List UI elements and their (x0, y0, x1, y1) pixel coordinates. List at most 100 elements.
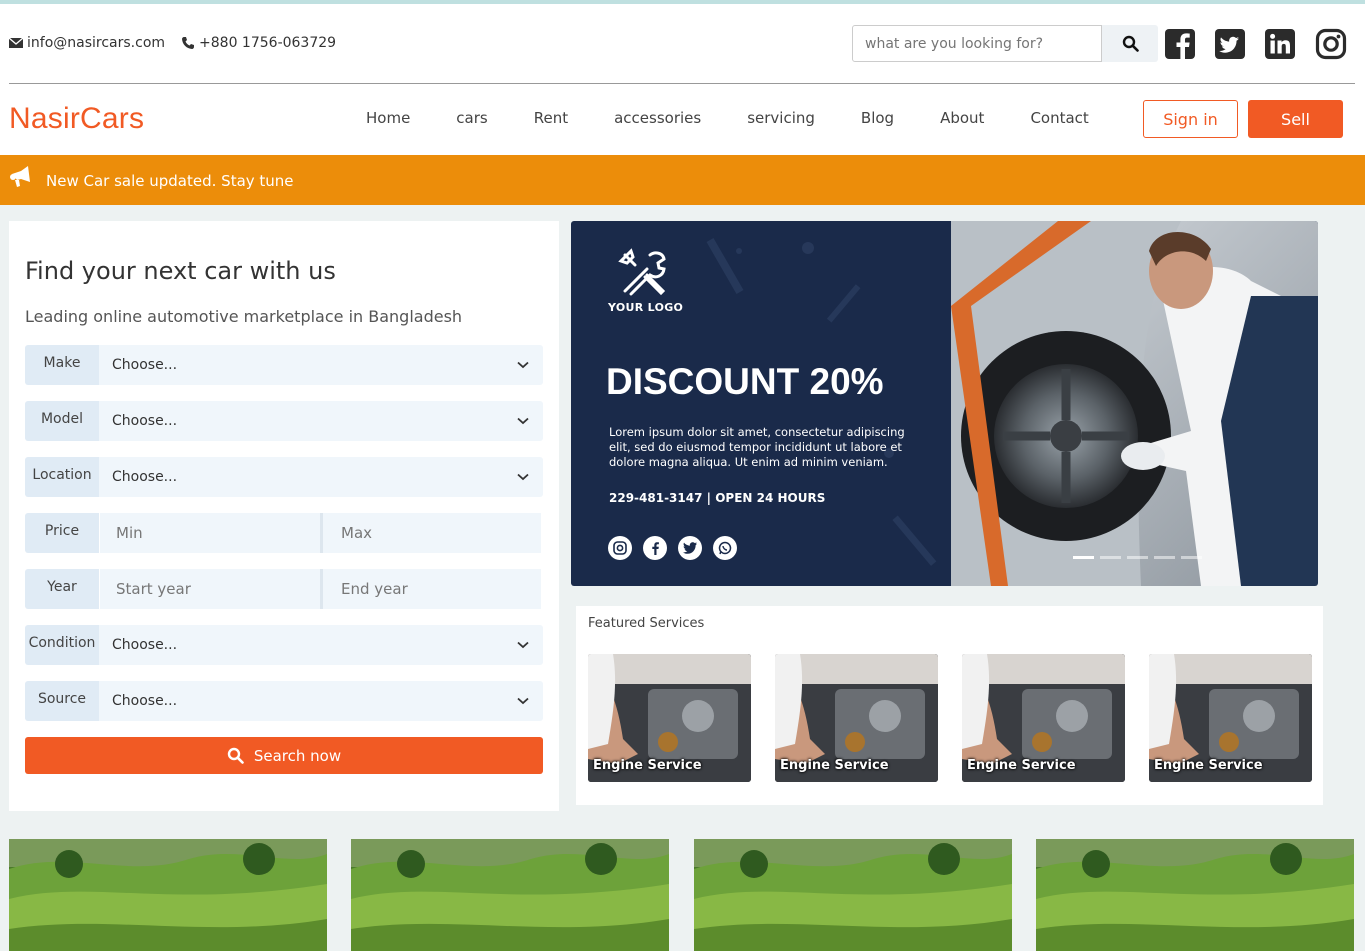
search-now-button[interactable]: Search now (25, 737, 543, 774)
carousel-dot-1[interactable] (1073, 556, 1094, 559)
carousel-dot-4[interactable] (1154, 556, 1175, 559)
price-label: Price (25, 513, 99, 553)
twitter-icon[interactable] (1214, 28, 1246, 60)
contact-info: info@nasircars.com +880 1756-063729 (9, 35, 352, 51)
email-link[interactable]: info@nasircars.com (9, 35, 165, 51)
top-bar: info@nasircars.com +880 1756-063729 (0, 4, 1365, 84)
service-caption: Engine Service (967, 758, 1076, 773)
make-row: Make Choose... (25, 345, 543, 385)
make-value: Choose... (112, 357, 178, 373)
brand-logo[interactable]: NasirCars (9, 102, 144, 136)
main-navbar: NasirCars Home cars Rent accessories ser… (0, 84, 1365, 155)
service-card[interactable]: Engine Service (1149, 654, 1312, 782)
phone-icon (182, 37, 195, 49)
banner-logo-text: YOUR LOGO (608, 301, 684, 314)
chevron-down-icon (517, 641, 529, 649)
chevron-down-icon (517, 473, 529, 481)
phone-text: +880 1756-063729 (199, 35, 337, 51)
linkedin-icon[interactable] (1264, 28, 1296, 60)
source-row: Source Choose... (25, 681, 543, 721)
site-search-button[interactable] (1102, 25, 1158, 62)
nav-rent[interactable]: Rent (511, 109, 591, 127)
nav-cars[interactable]: cars (433, 109, 510, 127)
nav-links: Home cars Rent accessories servicing Blo… (343, 109, 1112, 127)
condition-select[interactable]: Choose... (99, 625, 543, 665)
chevron-down-icon (517, 697, 529, 705)
finder-title: Find your next car with us (25, 257, 336, 285)
price-row: Price Min Max (25, 513, 543, 553)
start-year-input[interactable]: Start year (99, 569, 320, 609)
announcement-text: New Car sale updated. Stay tune (46, 172, 294, 190)
search-now-label: Search now (253, 746, 342, 765)
search-icon (227, 747, 244, 764)
nav-servicing[interactable]: servicing (724, 109, 838, 127)
price-min-input[interactable]: Min (99, 513, 320, 553)
car-finder-form: Find your next car with us Leading onlin… (9, 221, 559, 811)
landscape-image[interactable] (694, 839, 1012, 951)
search-icon (1122, 35, 1139, 52)
location-label: Location (25, 457, 99, 497)
featured-title: Featured Services (588, 616, 705, 631)
condition-value: Choose... (112, 637, 178, 653)
sign-in-button[interactable]: Sign in (1143, 100, 1238, 138)
announcement-bar: New Car sale updated. Stay tune (0, 155, 1365, 205)
source-select[interactable]: Choose... (99, 681, 543, 721)
source-value: Choose... (112, 693, 178, 709)
twitter-icon (678, 536, 702, 560)
facebook-icon (643, 536, 667, 560)
chevron-down-icon (517, 361, 529, 369)
phone-link[interactable]: +880 1756-063729 (181, 35, 336, 51)
featured-services: Featured Services Engine Service Engine … (576, 606, 1323, 805)
service-card[interactable]: Engine Service (588, 654, 751, 782)
service-caption: Engine Service (593, 758, 702, 773)
end-year-input[interactable]: End year (320, 569, 541, 609)
service-caption: Engine Service (780, 758, 889, 773)
landscape-image[interactable] (9, 839, 327, 951)
banner-headline: DISCOUNT 20% (606, 361, 884, 402)
landscape-image[interactable] (351, 839, 669, 951)
service-caption: Engine Service (1154, 758, 1263, 773)
nav-blog[interactable]: Blog (838, 109, 917, 127)
banner-body-text: Lorem ipsum dolor sit amet, consectetur … (609, 425, 905, 469)
sell-button[interactable]: Sell (1248, 100, 1343, 138)
facebook-icon[interactable] (1164, 28, 1196, 60)
whatsapp-icon (713, 536, 737, 560)
model-select[interactable]: Choose... (99, 401, 543, 441)
model-row: Model Choose... (25, 401, 543, 441)
nav-home[interactable]: Home (343, 109, 433, 127)
condition-label: Condition (25, 625, 99, 665)
price-max-input[interactable]: Max (320, 513, 541, 553)
wrench-logo-icon (618, 248, 666, 296)
instagram-icon[interactable] (1315, 28, 1347, 60)
carousel-dot-5[interactable] (1181, 556, 1202, 559)
megaphone-icon (10, 166, 30, 187)
condition-row: Condition Choose... (25, 625, 543, 665)
year-label: Year (25, 569, 99, 609)
location-value: Choose... (112, 469, 178, 485)
source-label: Source (25, 681, 99, 721)
service-card[interactable]: Engine Service (775, 654, 938, 782)
location-select[interactable]: Choose... (99, 457, 543, 497)
instagram-icon (608, 536, 632, 560)
make-select[interactable]: Choose... (99, 345, 543, 385)
model-label: Model (25, 401, 99, 441)
site-search-input[interactable] (852, 25, 1102, 62)
chevron-down-icon (517, 417, 529, 425)
service-card[interactable]: Engine Service (962, 654, 1125, 782)
promo-banner-carousel[interactable]: YOUR LOGO DISCOUNT 20% Lorem ipsum dolor… (571, 221, 1318, 586)
year-row: Year Start year End year (25, 569, 543, 609)
nav-about[interactable]: About (917, 109, 1007, 127)
model-value: Choose... (112, 413, 178, 429)
banner-contact: 229-481-3147 | OPEN 24 HOURS (609, 491, 826, 505)
banner-decor (706, 221, 1091, 586)
nav-accessories[interactable]: accessories (591, 109, 724, 127)
carousel-dot-2[interactable] (1100, 556, 1121, 559)
envelope-icon (9, 37, 23, 48)
banner-socials (608, 536, 748, 560)
landscape-image[interactable] (1036, 839, 1354, 951)
email-text: info@nasircars.com (27, 35, 166, 51)
make-label: Make (25, 345, 99, 385)
carousel-indicators (1073, 556, 1208, 559)
carousel-dot-3[interactable] (1127, 556, 1148, 559)
nav-contact[interactable]: Contact (1007, 109, 1111, 127)
